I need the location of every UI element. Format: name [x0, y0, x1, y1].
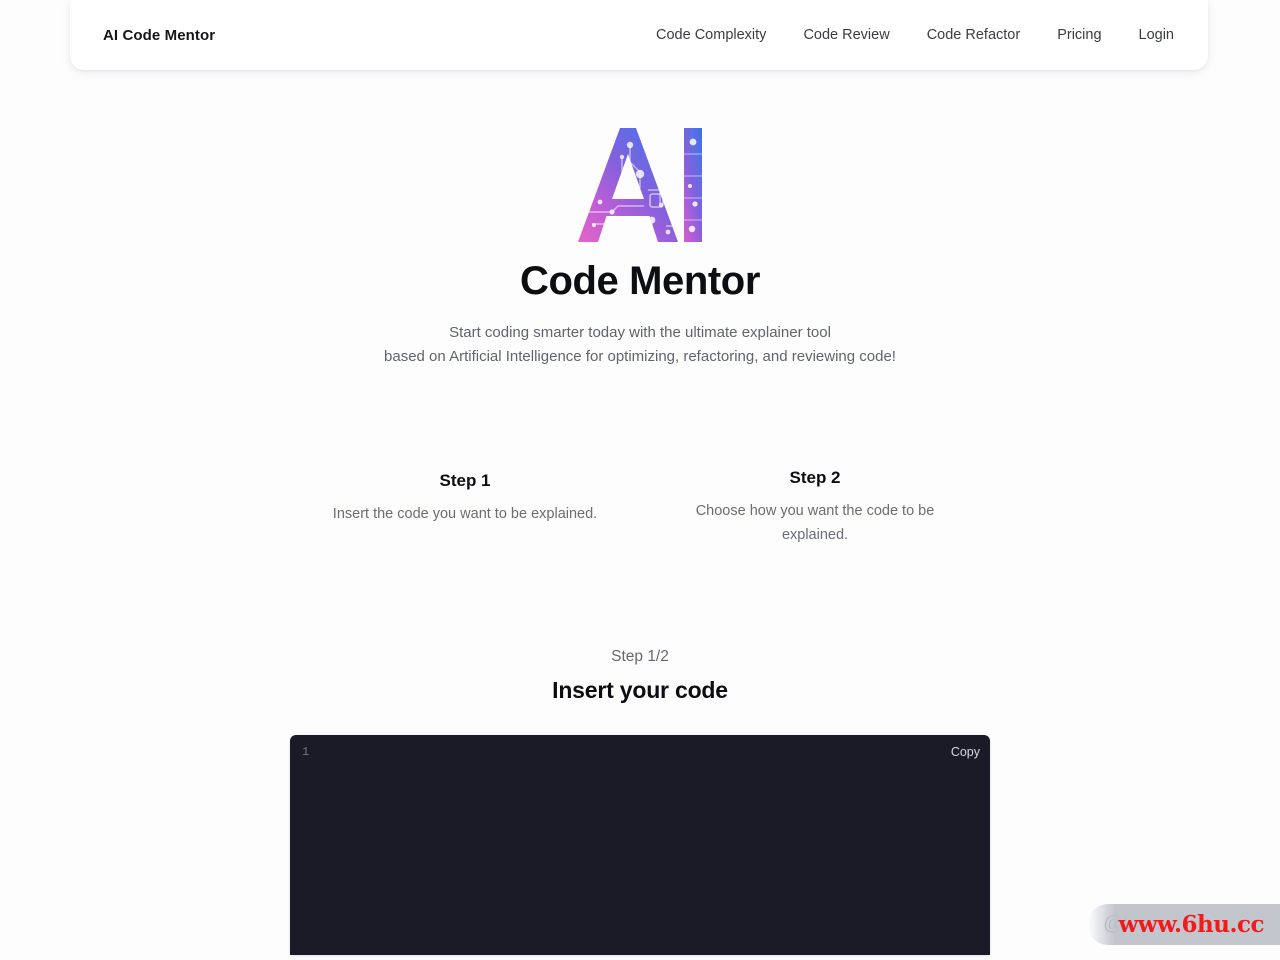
- code-input-textarea[interactable]: [326, 743, 934, 955]
- step-2-title: Step 2: [789, 468, 841, 487]
- site-header: AI Code Mentor Code Complexity Code Revi…: [70, 0, 1208, 70]
- step-counter-label: Step 1/2: [611, 648, 669, 665]
- nav-item-pricing[interactable]: Pricing: [1057, 27, 1101, 43]
- main-navigation: Code Complexity Code Review Code Refacto…: [656, 27, 1174, 43]
- page-title: Code Mentor: [519, 259, 761, 303]
- steps-section: Step 1 Insert the code you want to be ex…: [0, 468, 1280, 547]
- insert-code-heading: Insert your code: [552, 677, 728, 703]
- step-2-description: Choose how you want the code to be expla…: [695, 503, 935, 543]
- hero-subtitle-line-2: based on Artificial Intelligence for opt…: [384, 348, 896, 365]
- code-editor[interactable]: 1 Copy: [290, 735, 990, 955]
- hero-subtitle-line-1: Start coding smarter today with the ulti…: [449, 324, 831, 341]
- code-editor-line-numbers: 1: [302, 745, 310, 759]
- code-input-section: Step 1/2 Insert your code 1 Copy: [0, 648, 1280, 955]
- header-card: AI Code Mentor Code Complexity Code Revi…: [70, 0, 1208, 70]
- ai-logo-icon: [578, 128, 702, 242]
- watermark-pill: www.6hu.cc: [1088, 903, 1280, 945]
- brand-logo-text[interactable]: AI Code Mentor: [103, 27, 215, 44]
- step-card-2: Step 2 Choose how you want the code to b…: [640, 468, 990, 547]
- watermark-overlay: @f www.6hu.cc: [1088, 903, 1280, 945]
- hero-subtitle: Start coding smarter today with the ulti…: [0, 321, 1280, 369]
- nav-item-login[interactable]: Login: [1139, 27, 1174, 43]
- step-1-description: Insert the code you want to be explained…: [332, 506, 598, 522]
- nav-item-code-refactor[interactable]: Code Refactor: [927, 27, 1021, 43]
- step-1-title: Step 1: [439, 471, 491, 490]
- watermark-url-text: www.6hu.cc: [1118, 910, 1264, 938]
- nav-item-code-complexity[interactable]: Code Complexity: [656, 27, 766, 43]
- nav-item-code-review[interactable]: Code Review: [803, 27, 889, 43]
- hero-section: Code Mentor Start coding smarter today w…: [0, 128, 1280, 369]
- step-card-1: Step 1 Insert the code you want to be ex…: [290, 468, 640, 547]
- copy-button[interactable]: Copy: [951, 744, 980, 760]
